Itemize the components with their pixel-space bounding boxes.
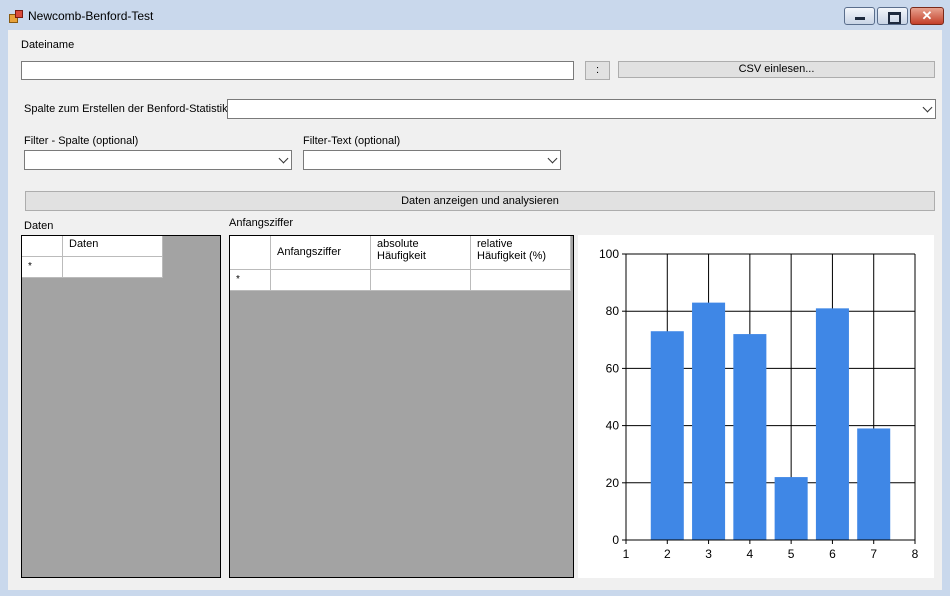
- grid-corner[interactable]: [22, 236, 63, 257]
- filter-column-label: Filter - Spalte (optional): [24, 135, 139, 147]
- x-tick-label: 2: [664, 547, 671, 561]
- analyze-button[interactable]: Daten anzeigen und analysieren: [25, 191, 935, 211]
- x-tick-label: 4: [747, 547, 754, 561]
- chart-bar: [857, 428, 891, 540]
- x-tick-label: 7: [870, 547, 877, 561]
- filter-text-label: Filter-Text (optional): [303, 135, 401, 147]
- grid-corner[interactable]: [230, 236, 271, 270]
- data-column-header[interactable]: Daten: [63, 236, 163, 257]
- relative-frequency-column-header[interactable]: relative Häufigkeit (%): [471, 236, 571, 270]
- y-tick-label: 40: [606, 419, 620, 433]
- header-line: Anfangsziffer: [277, 246, 342, 258]
- y-tick-label: 60: [606, 361, 620, 375]
- chevron-down-icon: [547, 153, 558, 164]
- column-label: Spalte zum Erstellen der Benford-Statist…: [24, 103, 228, 115]
- y-tick-label: 20: [606, 476, 620, 490]
- window-title: Newcomb-Benford-Test: [28, 9, 154, 23]
- y-tick-label: 80: [606, 304, 620, 318]
- chart-bar: [815, 308, 849, 540]
- chevron-down-icon: [922, 102, 933, 113]
- filter-text-select[interactable]: [303, 150, 561, 170]
- chart-bar: [650, 331, 684, 540]
- new-row-cell[interactable]: [271, 270, 371, 291]
- app-window: Newcomb-Benford-Test ✕ Dateiname : CSV e…: [0, 0, 950, 596]
- new-row-header[interactable]: *: [230, 270, 271, 291]
- header-line: relative: [477, 238, 513, 250]
- data-grid[interactable]: Daten *: [21, 235, 221, 578]
- new-row-cell[interactable]: [371, 270, 471, 291]
- header-line: absolute: [377, 238, 419, 250]
- chart-bar: [733, 334, 767, 540]
- new-row-icon: *: [236, 274, 240, 285]
- digit-grid[interactable]: Anfangsziffer absolute Häufigkeit relati…: [229, 235, 574, 578]
- title-bar[interactable]: Newcomb-Benford-Test ✕: [0, 0, 950, 30]
- data-grid-caption: Daten: [24, 220, 54, 232]
- chevron-down-icon: [278, 153, 289, 164]
- maximize-icon: [888, 12, 901, 24]
- x-tick-label: 3: [705, 547, 712, 561]
- filename-input[interactable]: [21, 61, 574, 80]
- new-row-icon: *: [28, 261, 32, 272]
- x-tick-label: 6: [829, 547, 836, 561]
- minimize-icon: [855, 17, 865, 20]
- browse-button[interactable]: :: [585, 61, 610, 80]
- read-csv-button[interactable]: CSV einlesen...: [618, 61, 935, 78]
- filter-column-select[interactable]: [24, 150, 292, 170]
- column-select[interactable]: [227, 99, 936, 119]
- chart-bar: [692, 302, 726, 540]
- benford-chart: 0 20 40 60 80 100 1 2 3 4 5 6 7 8: [578, 235, 934, 578]
- y-tick-label: 0: [612, 533, 619, 547]
- x-tick-label: 8: [912, 547, 919, 561]
- header-line: Häufigkeit (%): [477, 250, 547, 262]
- close-icon: ✕: [921, 8, 933, 23]
- close-button[interactable]: ✕: [910, 7, 944, 25]
- chart-canvas: 0 20 40 60 80 100 1 2 3 4 5 6 7 8: [599, 247, 919, 561]
- new-row-cell[interactable]: [63, 257, 163, 278]
- header-line: Häufigkeit: [377, 250, 426, 262]
- app-icon: [9, 10, 23, 23]
- leading-digit-column-header[interactable]: Anfangsziffer: [271, 236, 371, 270]
- new-row-header[interactable]: *: [22, 257, 63, 278]
- new-row-cell[interactable]: [471, 270, 571, 291]
- x-tick-label: 1: [623, 547, 630, 561]
- chart-bar: [774, 477, 808, 540]
- x-tick-label: 5: [788, 547, 795, 561]
- maximize-button[interactable]: [877, 7, 908, 25]
- y-tick-label: 100: [599, 247, 619, 261]
- absolute-frequency-column-header[interactable]: absolute Häufigkeit: [371, 236, 471, 270]
- digit-grid-caption: Anfangsziffer: [229, 217, 294, 229]
- minimize-button[interactable]: [844, 7, 875, 25]
- filename-label: Dateiname: [21, 39, 75, 51]
